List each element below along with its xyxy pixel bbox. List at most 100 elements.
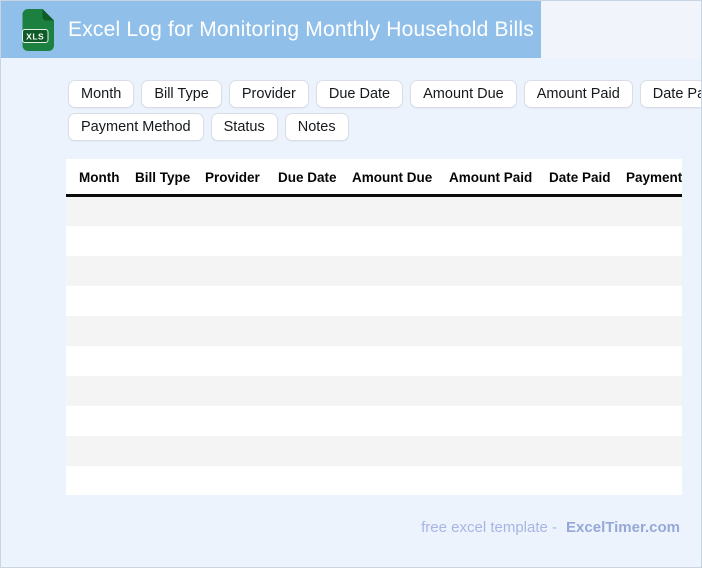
table-cell bbox=[128, 406, 198, 436]
table-cell bbox=[442, 346, 542, 376]
app-header: XLS Excel Log for Monitoring Monthly Hou… bbox=[1, 1, 541, 58]
table-cell bbox=[271, 316, 345, 346]
table-cell bbox=[66, 466, 128, 496]
column-chips: Month Bill Type Provider Due Date Amount Due… bbox=[68, 80, 701, 146]
table-cell bbox=[442, 286, 542, 316]
table-cell bbox=[542, 316, 619, 346]
table-cell bbox=[271, 406, 345, 436]
table-cell bbox=[198, 196, 271, 226]
table-row bbox=[66, 346, 682, 376]
footer: free excel template - ExcelTimer.com bbox=[421, 519, 680, 536]
table-cell bbox=[345, 286, 442, 316]
table-cell bbox=[66, 226, 128, 256]
column-header-payment-method: Payment Method bbox=[619, 159, 682, 197]
footer-brand-link[interactable]: ExcelTimer.com bbox=[566, 519, 680, 536]
table-cell bbox=[198, 436, 271, 466]
table-cell bbox=[345, 376, 442, 406]
chip-month[interactable]: Month bbox=[68, 80, 135, 108]
table-cell bbox=[442, 406, 542, 436]
table-cell bbox=[542, 466, 619, 496]
column-header-amount-paid: Amount Paid bbox=[442, 159, 542, 197]
table-row bbox=[66, 466, 682, 496]
chip-bill-type[interactable]: Bill Type bbox=[141, 80, 222, 108]
xls-icon-label: XLS bbox=[26, 31, 44, 41]
footer-text: free excel template - bbox=[421, 519, 558, 536]
table-cell bbox=[66, 196, 128, 226]
table-cell bbox=[542, 376, 619, 406]
table-cell bbox=[128, 466, 198, 496]
chip-date-paid[interactable]: Date Paid bbox=[639, 80, 701, 108]
table-cell bbox=[271, 286, 345, 316]
header-right-spacer bbox=[541, 1, 701, 58]
chip-amount-due[interactable]: Amount Due bbox=[410, 80, 517, 108]
table-cell bbox=[619, 406, 682, 436]
chip-due-date[interactable]: Due Date bbox=[315, 80, 404, 108]
page-title: Excel Log for Monitoring Monthly Househo… bbox=[68, 17, 534, 41]
table-cell bbox=[619, 286, 682, 316]
table-cell bbox=[271, 256, 345, 286]
table-cell bbox=[442, 376, 542, 406]
table-row bbox=[66, 435, 682, 466]
table-cell bbox=[128, 256, 198, 286]
page: XLS Excel Log for Monitoring Monthly Hou… bbox=[0, 0, 702, 568]
table-cell bbox=[66, 256, 128, 286]
chip-provider[interactable]: Provider bbox=[228, 80, 309, 108]
table-cell bbox=[198, 226, 271, 256]
table-cell bbox=[198, 346, 271, 376]
table-cell bbox=[198, 256, 271, 286]
table-cell bbox=[345, 466, 442, 496]
table-cell bbox=[198, 316, 271, 346]
column-header-month: Month bbox=[66, 159, 128, 197]
chip-status[interactable]: Status bbox=[210, 113, 278, 141]
table-cell bbox=[442, 436, 542, 466]
table-cell bbox=[271, 226, 345, 256]
chip-notes[interactable]: Notes bbox=[284, 113, 349, 141]
table-cell bbox=[345, 436, 442, 466]
table-cell bbox=[128, 196, 198, 226]
table-header-row: Month Bill Type Provider Due Date Amount Due… bbox=[66, 159, 682, 197]
table-cell bbox=[619, 466, 682, 496]
table-cell bbox=[198, 466, 271, 496]
table-cell bbox=[442, 466, 542, 496]
column-header-amount-due: Amount Due bbox=[345, 159, 442, 197]
table-cell bbox=[128, 316, 198, 346]
table-cell bbox=[271, 196, 345, 226]
chip-payment-method[interactable]: Payment Method bbox=[68, 113, 204, 141]
table-cell bbox=[128, 286, 198, 316]
table-cell bbox=[345, 226, 442, 256]
table-cell bbox=[271, 376, 345, 406]
table-cell bbox=[198, 406, 271, 436]
table-cell bbox=[542, 406, 619, 436]
table-cell bbox=[128, 376, 198, 406]
table-cell bbox=[442, 256, 542, 286]
table-row bbox=[66, 315, 682, 346]
table-cell bbox=[619, 196, 682, 226]
table-cell bbox=[442, 316, 542, 346]
table-cell bbox=[442, 196, 542, 226]
table-cell bbox=[619, 316, 682, 346]
table-row bbox=[66, 255, 682, 286]
chip-amount-paid[interactable]: Amount Paid bbox=[523, 80, 633, 108]
table-cell bbox=[345, 406, 442, 436]
table-cell bbox=[345, 316, 442, 346]
table-row bbox=[66, 195, 682, 226]
table-cell bbox=[66, 346, 128, 376]
table-cell bbox=[66, 436, 128, 466]
table-row bbox=[66, 226, 682, 256]
table-cell bbox=[198, 376, 271, 406]
bills-table-grid: Month Bill Type Provider Due Date Amount Due… bbox=[66, 159, 682, 495]
table-cell bbox=[345, 196, 442, 226]
table-cell bbox=[542, 436, 619, 466]
xls-file-icon: XLS bbox=[22, 8, 54, 51]
bills-table: Month Bill Type Provider Due Date Amount Due… bbox=[66, 159, 682, 495]
table-cell bbox=[542, 346, 619, 376]
table-cell bbox=[271, 346, 345, 376]
table-cell bbox=[128, 436, 198, 466]
column-header-due-date: Due Date bbox=[271, 159, 345, 197]
table-cell bbox=[345, 256, 442, 286]
table-cell bbox=[442, 226, 542, 256]
table-cell bbox=[66, 286, 128, 316]
table-cell bbox=[271, 466, 345, 496]
column-header-bill-type: Bill Type bbox=[128, 159, 198, 197]
table-cell bbox=[542, 286, 619, 316]
